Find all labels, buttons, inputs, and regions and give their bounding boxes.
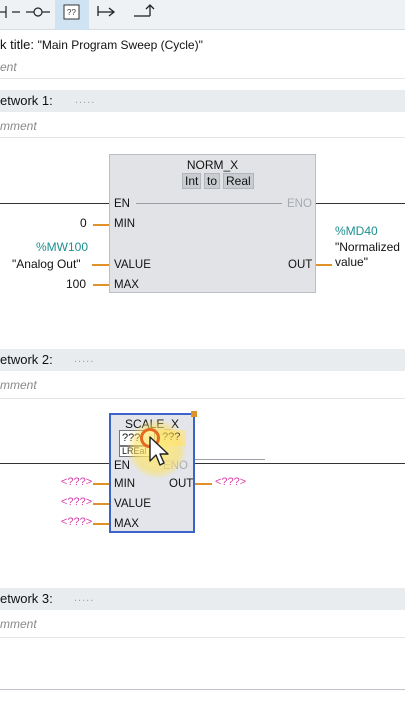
norm-x-out-address[interactable]: %MD40 [335, 224, 378, 238]
network-2-title-field[interactable]: ..... [74, 353, 94, 365]
network-3-title-field[interactable]: ..... [74, 592, 94, 604]
empty-box-icon-button[interactable]: ?? [55, 0, 89, 30]
scale-x-max-operand[interactable]: <???> [61, 516, 92, 528]
block-title-label: k title: [0, 37, 34, 52]
value-wire [93, 503, 109, 505]
norm-x-name: NORM_X [186, 158, 239, 172]
rung-wire-drag-indicator [195, 459, 265, 460]
divider [0, 637, 405, 638]
max-wire [93, 284, 109, 286]
mouse-pointer-icon [149, 436, 169, 466]
coil-icon-button[interactable] [24, 0, 58, 30]
network-3-rung [0, 689, 405, 690]
norm-x-pin-en: EN [114, 198, 130, 210]
norm-x-out-tag-line1[interactable]: "Normalized [335, 240, 400, 254]
scale-x-pin-value: VALUE [114, 498, 151, 510]
svg-text:??: ?? [67, 8, 76, 17]
value-wire [92, 264, 109, 266]
network-1-header[interactable]: etwork 1: ..... [0, 90, 405, 112]
scale-x-value-operand[interactable]: <???> [61, 496, 92, 508]
norm-x-type-to[interactable]: Real [223, 173, 254, 189]
norm-x-pin-value: VALUE [114, 259, 151, 271]
close-branch-icon [134, 4, 155, 17]
norm-x-box[interactable]: NORM_X Int to Real EN ENO MIN VALUE OUT … [109, 154, 316, 293]
network-3-header[interactable]: etwork 3: ..... [0, 588, 405, 610]
divider [0, 398, 405, 399]
norm-x-type-from[interactable]: Int [182, 173, 202, 189]
close-branch-icon-button[interactable] [128, 0, 162, 30]
max-wire [93, 523, 109, 525]
rung-wire-out [195, 463, 405, 464]
empty-box-icon: ?? [63, 4, 80, 20]
divider [0, 78, 405, 79]
norm-x-value-tag[interactable]: "Analog Out" [12, 257, 81, 271]
norm-x-min-operand[interactable]: 0 [80, 216, 87, 230]
en-eno-line [136, 203, 282, 204]
block-comment[interactable]: ent [0, 60, 17, 74]
scale-x-min-operand[interactable]: <???> [61, 476, 92, 488]
block-title-value[interactable]: "Main Program Sweep (Cycle)" [38, 38, 203, 52]
ladder-toolbar: ?? [0, 0, 405, 30]
scale-x-pin-max: MAX [114, 518, 139, 530]
open-branch-icon [97, 6, 116, 17]
open-branch-icon-button[interactable] [90, 0, 124, 30]
power-rail-wire [0, 463, 110, 464]
block-title: k title: "Main Program Sweep (Cycle)" [0, 37, 203, 55]
norm-x-type-to-word: to [204, 173, 221, 189]
norm-x-value-address[interactable]: %MW100 [36, 240, 88, 254]
norm-x-pin-eno: ENO [287, 198, 312, 210]
network-1-comment[interactable]: mment [0, 119, 37, 133]
network-1-title-field[interactable]: ..... [75, 94, 95, 106]
norm-x-pin-min: MIN [114, 218, 136, 230]
rung-wire-out [316, 203, 405, 204]
network-2-comment[interactable]: mment [0, 378, 37, 392]
scale-x-pin-out: OUT [169, 478, 194, 490]
out-wire [195, 483, 212, 485]
min-wire [93, 483, 109, 485]
scale-x-out-operand[interactable]: <???> [215, 476, 246, 488]
network-1-title: etwork 1: [0, 93, 53, 108]
norm-x-pin-out: OUT [288, 259, 313, 271]
network-2-header[interactable]: etwork 2: ..... [0, 349, 405, 371]
divider [0, 137, 405, 138]
norm-x-pin-max: MAX [114, 279, 139, 291]
network-3-comment[interactable]: mment [0, 617, 37, 631]
network-3-title: etwork 3: [0, 591, 53, 606]
power-rail-wire [0, 203, 110, 204]
norm-x-max-operand[interactable]: 100 [66, 277, 86, 291]
scale-x-pin-min: MIN [114, 478, 136, 490]
scale-x-pin-en: EN [114, 460, 130, 472]
norm-x-out-tag-line2[interactable]: value" [335, 255, 368, 269]
coil-icon [26, 7, 50, 17]
min-wire [93, 224, 109, 226]
network-2-title: etwork 2: [0, 352, 53, 367]
out-wire [316, 264, 332, 266]
